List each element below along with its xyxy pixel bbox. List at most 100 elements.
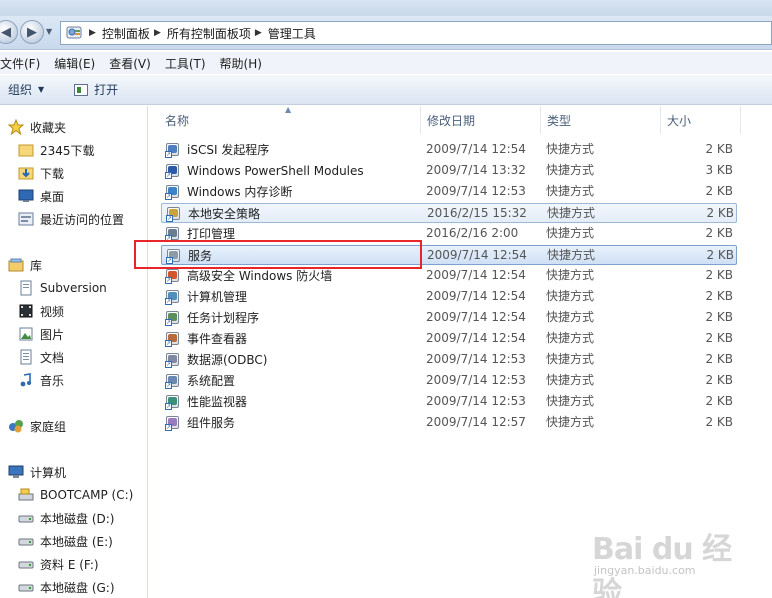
shortcut-icon: ↗ (165, 163, 181, 179)
document-icon (18, 349, 34, 365)
breadcrumb-arrow-icon[interactable]: ▶ (89, 28, 96, 38)
file-row[interactable]: ↗ 组件服务 2009/7/14 12:57 快捷方式 2 KB (161, 413, 737, 433)
organize-label: 组织 (8, 83, 33, 97)
file-size: 2 KB (705, 142, 733, 156)
nav-item-videos[interactable]: 视频 (18, 300, 64, 322)
file-size: 2 KB (705, 331, 733, 345)
forward-arrow-icon: ▶ (27, 24, 37, 40)
navigation-bar: ◀ ▶ ▼ ▶ 控制面板 ▶ 所有控制面板项 ▶ 管理工具 (0, 16, 772, 50)
file-row[interactable]: ↗ 数据源(ODBC) 2009/7/14 12:53 快捷方式 2 KB (161, 350, 737, 370)
open-label: 打开 (94, 83, 119, 97)
file-name-cell: ↗ 数据源(ODBC) (165, 350, 267, 370)
file-size: 2 KB (705, 289, 733, 303)
breadcrumb-control-panel[interactable]: 控制面板 (102, 25, 150, 42)
file-row[interactable]: ↗ iSCSI 发起程序 2009/7/14 12:54 快捷方式 2 KB (161, 140, 737, 160)
nav-item-recent-places[interactable]: 最近访问的位置 (18, 208, 124, 230)
file-name-cell: ↗ iSCSI 发起程序 (165, 140, 269, 160)
chevron-down-icon: ▼ (38, 85, 45, 94)
nav-favorites[interactable]: 收藏夹 (8, 116, 66, 138)
file-type: 快捷方式 (546, 373, 595, 387)
nav-drive-f[interactable]: 资料 E (F:) (18, 553, 99, 575)
shortcut-icon: ↗ (165, 373, 181, 389)
file-row[interactable]: ↗ 系统配置 2009/7/14 12:53 快捷方式 2 KB (161, 371, 737, 391)
file-row[interactable]: ↗ 性能监视器 2009/7/14 12:53 快捷方式 2 KB (161, 392, 737, 412)
file-type: 快捷方式 (546, 415, 595, 429)
shortcut-icon: ↗ (165, 142, 181, 158)
nav-homegroup-label: 家庭组 (30, 419, 67, 434)
file-name: 本地安全策略 (188, 206, 261, 221)
homegroup-icon (8, 418, 24, 434)
forward-button[interactable]: ▶ (20, 20, 44, 44)
file-name: Windows PowerShell Modules (187, 163, 364, 178)
file-name: 数据源(ODBC) (187, 352, 268, 367)
file-date: 2009/7/14 12:53 (426, 184, 526, 198)
nav-item-label: 资料 E (F:) (40, 557, 99, 572)
file-name: 性能监视器 (187, 394, 248, 409)
file-row[interactable]: ↗ Windows 内存诊断 2009/7/14 12:53 快捷方式 2 KB (161, 182, 737, 202)
breadcrumb-arrow-icon[interactable]: ▶ (154, 28, 161, 38)
file-name: 系统配置 (187, 373, 236, 388)
nav-item-downloads[interactable]: 下载 (18, 162, 64, 184)
open-button[interactable]: 打开 (74, 81, 118, 98)
nav-drive-e[interactable]: 本地磁盘 (E:) (18, 530, 113, 552)
nav-drive-g[interactable]: 本地磁盘 (G:) (18, 576, 115, 598)
file-type: 快捷方式 (546, 184, 595, 198)
control-panel-icon (63, 22, 85, 44)
file-name: 任务计划程序 (187, 310, 260, 325)
nav-item-music[interactable]: 音乐 (18, 369, 64, 391)
file-name: 计算机管理 (187, 289, 248, 304)
nav-item-label: 文档 (40, 350, 65, 365)
hard-drive-icon (18, 533, 34, 549)
menu-file[interactable]: 文件(F) (0, 55, 48, 72)
file-row[interactable]: ↗ 计算机管理 2009/7/14 12:54 快捷方式 2 KB (161, 287, 737, 307)
file-size: 2 KB (705, 394, 733, 408)
column-type-label: 类型 (547, 113, 572, 128)
file-name: Windows 内存诊断 (187, 184, 293, 199)
nav-item-2345-downloads[interactable]: 2345下载 (18, 139, 95, 161)
nav-drive-c[interactable]: BOOTCAMP (C:) (18, 484, 133, 506)
column-header-date[interactable]: 修改日期 (421, 106, 541, 134)
address-bar[interactable]: ▶ 控制面板 ▶ 所有控制面板项 ▶ 管理工具 (60, 21, 772, 45)
nav-item-label: 音乐 (40, 373, 65, 388)
nav-item-pictures[interactable]: 图片 (18, 323, 64, 345)
file-date: 2016/2/15 15:32 (427, 206, 527, 220)
file-name-cell: ↗ 任务计划程序 (165, 308, 259, 328)
nav-libraries[interactable]: 库 (8, 254, 42, 276)
nav-item-subversion[interactable]: Subversion (18, 277, 107, 299)
menu-tools[interactable]: 工具(T) (165, 55, 214, 72)
nav-homegroup[interactable]: 家庭组 (8, 415, 66, 437)
file-type: 快捷方式 (546, 310, 595, 324)
menu-help[interactable]: 帮助(H) (220, 55, 270, 72)
nav-item-desktop[interactable]: 桌面 (18, 185, 64, 207)
history-dropdown-icon[interactable]: ▼ (46, 27, 56, 37)
menu-view[interactable]: 查看(V) (109, 55, 159, 72)
breadcrumb-all-items[interactable]: 所有控制面板项 (167, 25, 251, 42)
column-header-type[interactable]: 类型 (541, 106, 661, 134)
file-size: 2 KB (706, 248, 734, 262)
nav-computer[interactable]: 计算机 (8, 461, 66, 483)
file-name: 事件查看器 (187, 331, 248, 346)
file-size: 2 KB (705, 268, 733, 282)
file-size: 2 KB (705, 352, 733, 366)
file-name: 组件服务 (187, 415, 236, 430)
file-name: iSCSI 发起程序 (187, 142, 270, 157)
file-name-cell: ↗ Windows PowerShell Modules (165, 161, 364, 181)
file-row[interactable]: ↗ 任务计划程序 2009/7/14 12:54 快捷方式 2 KB (161, 308, 737, 328)
file-row[interactable]: ↗ Windows PowerShell Modules 2009/7/14 13:… (161, 161, 737, 181)
breadcrumb-arrow-icon[interactable]: ▶ (255, 28, 262, 38)
back-button[interactable]: ◀ (0, 20, 18, 44)
file-date: 2009/7/14 12:54 (426, 142, 526, 156)
organize-button[interactable]: 组织 ▼ (8, 81, 44, 98)
file-row[interactable]: ↗ 本地安全策略 2016/2/15 15:32 快捷方式 2 KB (161, 203, 737, 223)
menu-edit[interactable]: 编辑(E) (54, 55, 103, 72)
file-row[interactable]: ↗ 事件查看器 2009/7/14 12:54 快捷方式 2 KB (161, 329, 737, 349)
nav-drive-d[interactable]: 本地磁盘 (D:) (18, 507, 114, 529)
breadcrumb-admin-tools[interactable]: 管理工具 (268, 25, 316, 42)
nav-item-documents[interactable]: 文档 (18, 346, 64, 368)
file-size: 2 KB (705, 226, 733, 240)
file-row[interactable]: ↗ 高级安全 Windows 防火墙 2009/7/14 12:54 快捷方式 2 KB (161, 266, 737, 286)
file-date: 2009/7/14 12:57 (426, 415, 526, 429)
nav-item-label: 桌面 (40, 189, 65, 204)
column-header-name[interactable]: 名称 (159, 106, 421, 134)
column-header-size[interactable]: 大小 (661, 106, 741, 134)
